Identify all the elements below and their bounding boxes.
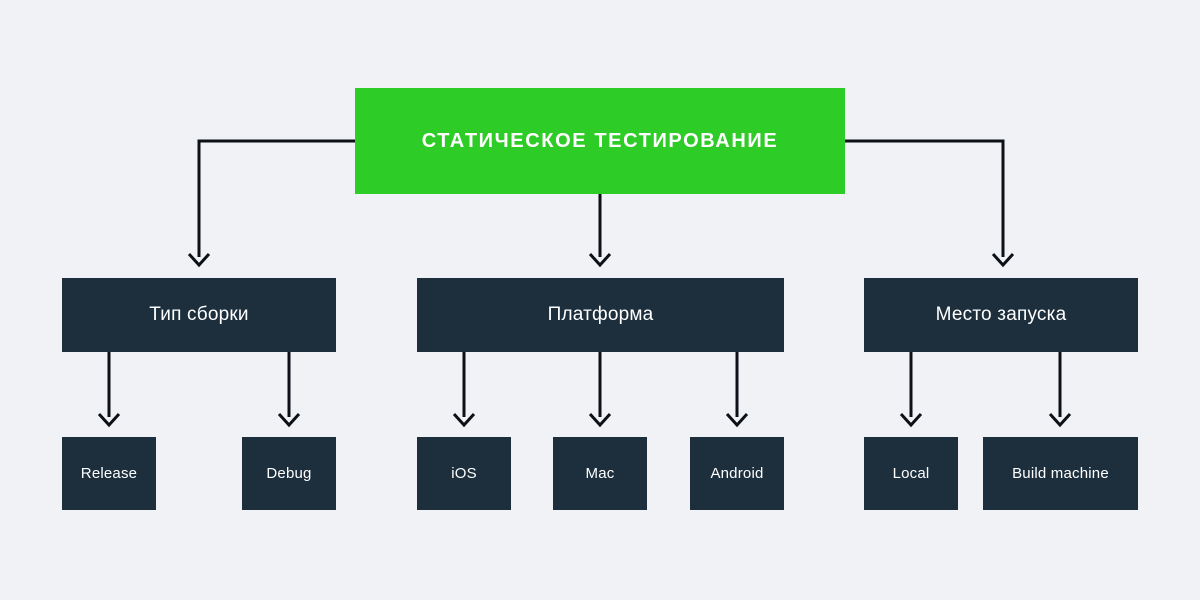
node-branch-platform-label: Платформа — [547, 303, 654, 325]
node-leaf-ios[interactable]: iOS — [417, 437, 511, 510]
connector-root-to-platform — [588, 194, 612, 268]
connector-run-location-to-local — [899, 352, 923, 428]
node-leaf-build-machine-label: Build machine — [1012, 464, 1109, 482]
node-leaf-mac[interactable]: Mac — [553, 437, 647, 510]
connector-root-to-run-location — [845, 139, 1015, 268]
node-leaf-mac-label: Mac — [585, 464, 615, 482]
connector-build-type-to-release — [97, 352, 121, 428]
node-leaf-release-label: Release — [80, 464, 138, 482]
node-static-testing-root[interactable]: Статическое тестирование — [355, 88, 845, 194]
node-leaf-debug[interactable]: Debug — [242, 437, 336, 510]
node-branch-platform[interactable]: Платформа — [417, 278, 784, 352]
node-leaf-ios-label: iOS — [451, 464, 477, 482]
connector-build-type-to-debug — [277, 352, 301, 428]
diagram-canvas: Статическое тестирование Тип сборки Плат… — [0, 0, 1200, 600]
node-leaf-android-label: Android — [710, 464, 764, 482]
node-leaf-build-machine[interactable]: Build machine — [983, 437, 1138, 510]
node-leaf-local[interactable]: Local — [864, 437, 958, 510]
connector-platform-to-android — [725, 352, 749, 428]
node-root-label: Статическое тестирование — [421, 130, 779, 152]
connector-platform-to-mac — [588, 352, 612, 428]
node-branch-run-location[interactable]: Место запуска — [864, 278, 1138, 352]
connector-run-location-to-build-machine — [1048, 352, 1072, 428]
node-leaf-release[interactable]: Release — [62, 437, 156, 510]
node-branch-run-location-label: Место запуска — [935, 303, 1067, 325]
node-leaf-debug-label: Debug — [266, 464, 312, 482]
node-branch-build-type-label: Тип сборки — [149, 303, 249, 325]
node-leaf-local-label: Local — [892, 464, 930, 482]
connector-root-to-build-type — [187, 139, 355, 268]
node-branch-build-type[interactable]: Тип сборки — [62, 278, 336, 352]
node-leaf-android[interactable]: Android — [690, 437, 784, 510]
connector-platform-to-ios — [452, 352, 476, 428]
